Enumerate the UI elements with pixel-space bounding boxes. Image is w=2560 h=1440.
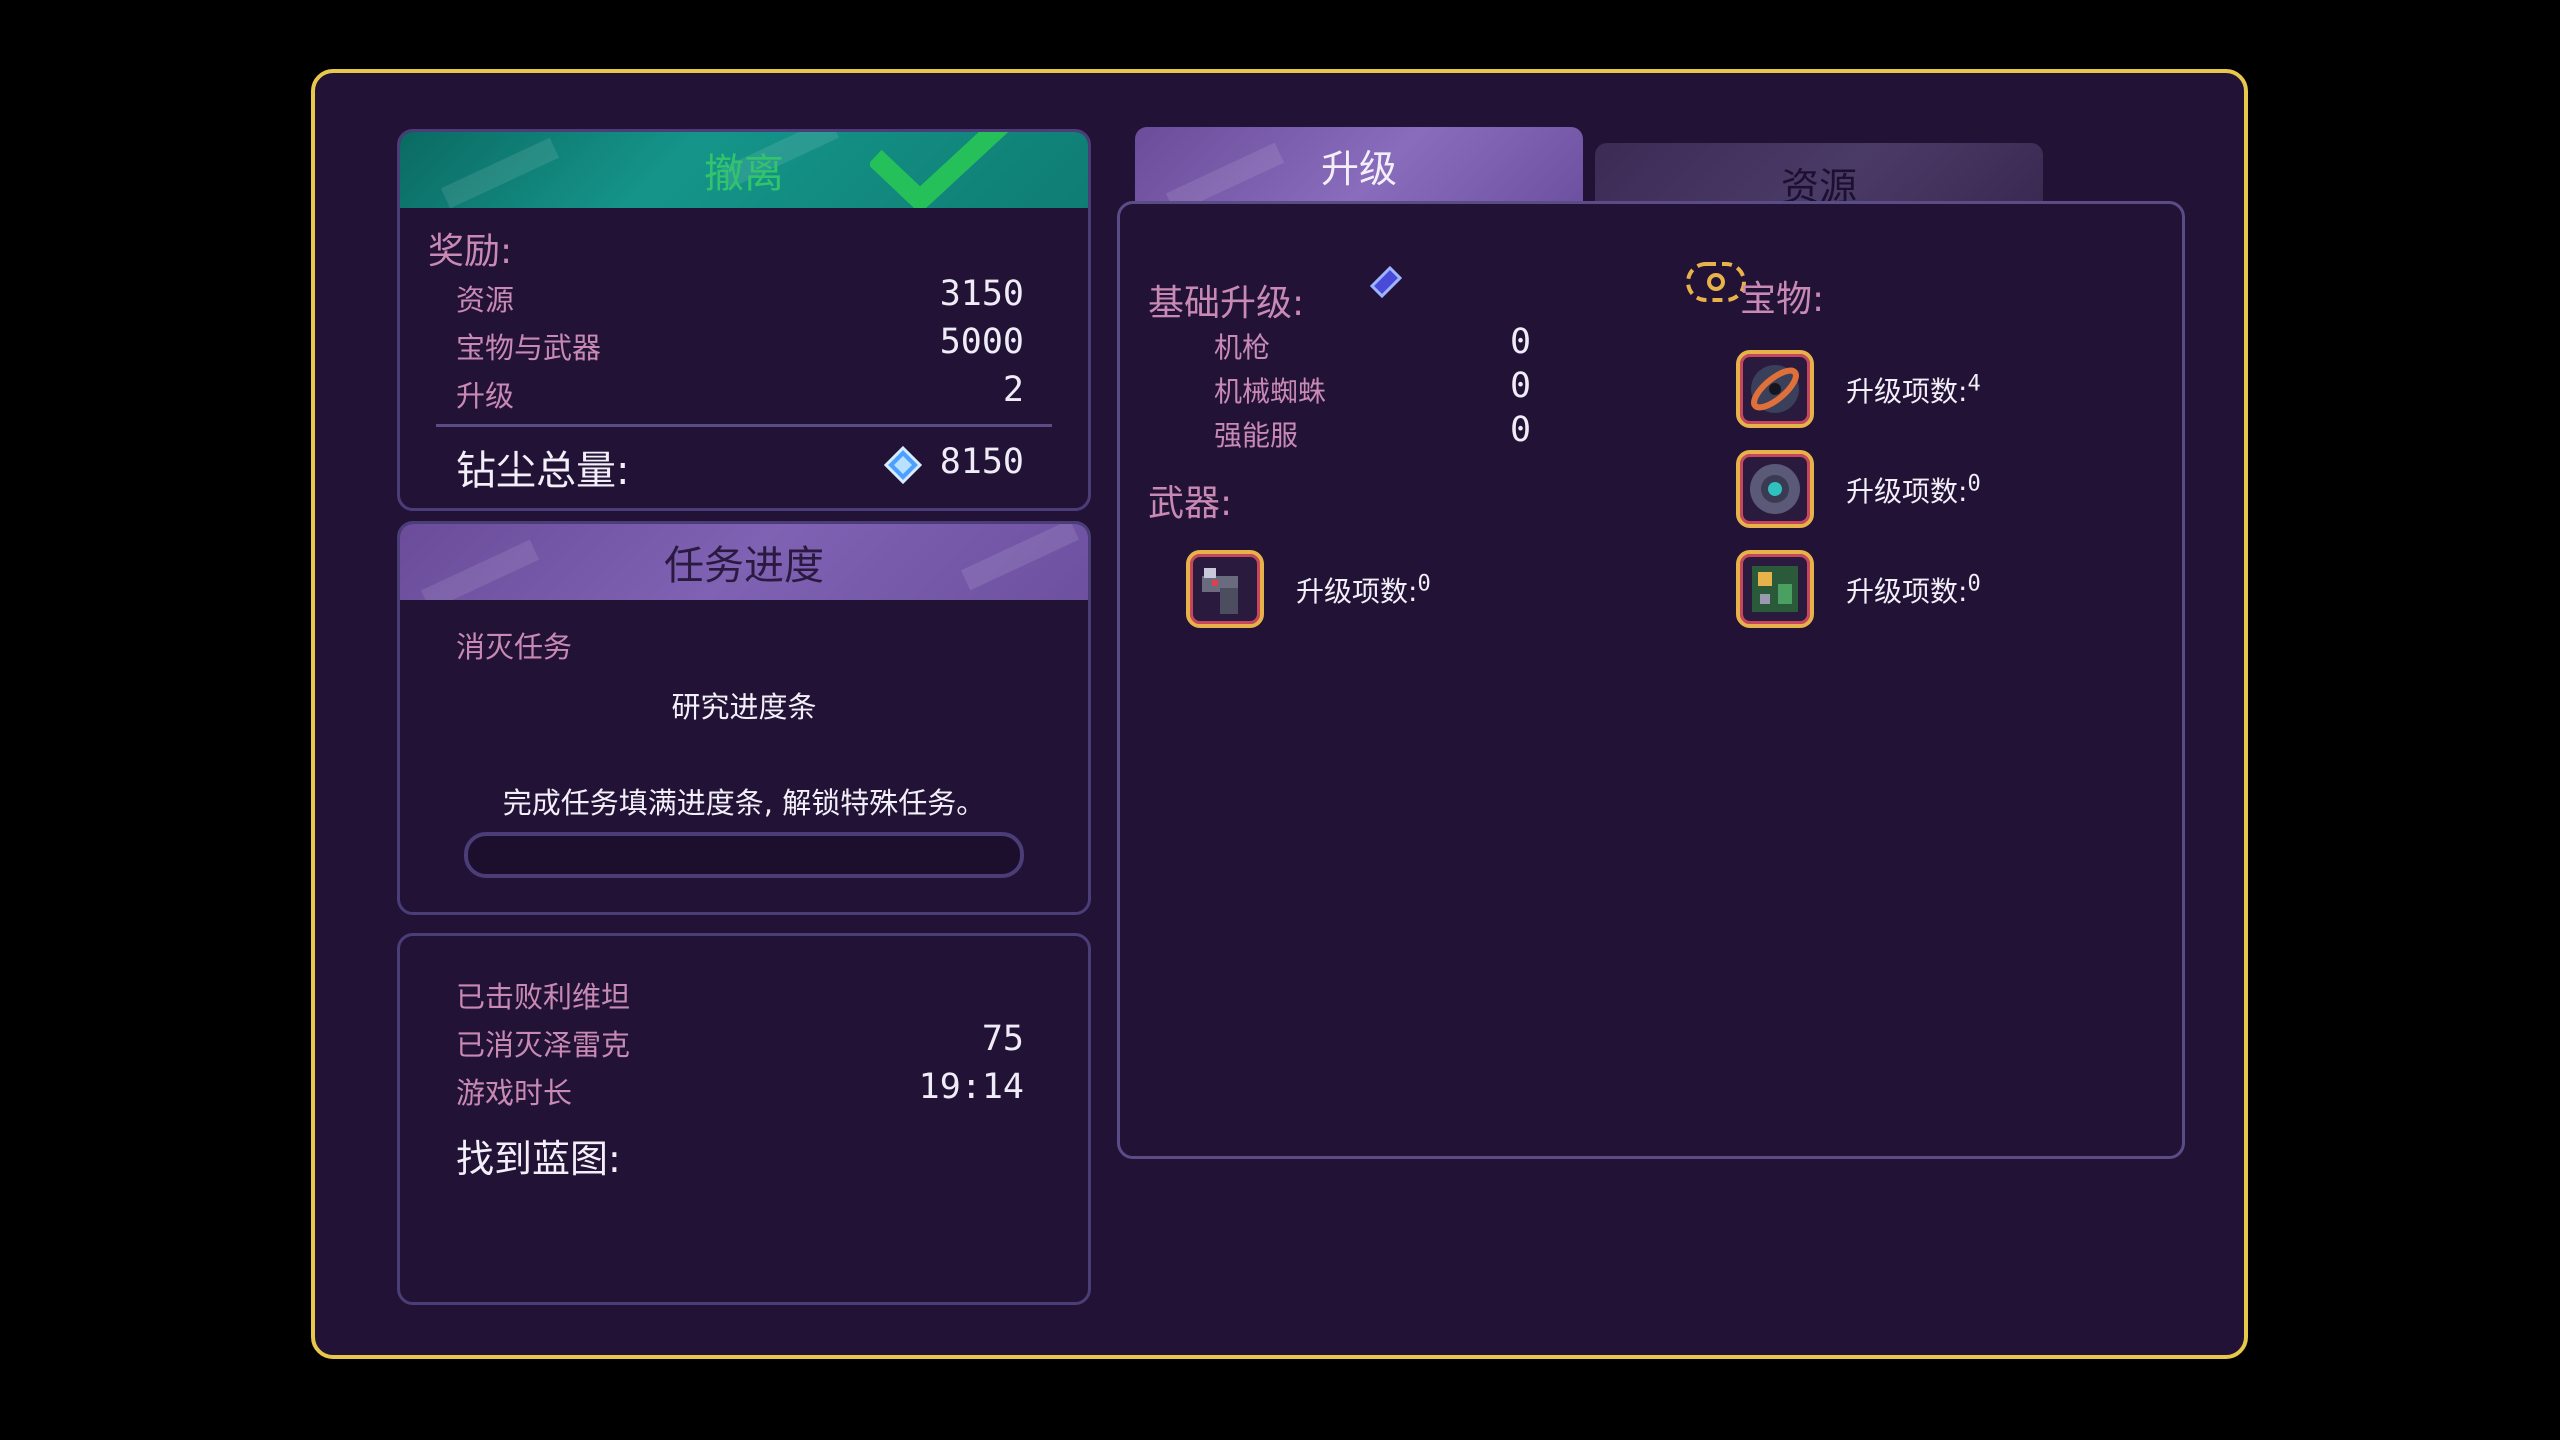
relic-slot-3[interactable] bbox=[1736, 550, 1814, 628]
stat-value-zerek: 75 bbox=[981, 1019, 1024, 1059]
orb-icon bbox=[1751, 365, 1799, 413]
total-value: 8150 bbox=[939, 442, 1024, 482]
total-label: 钻尘总量: bbox=[456, 448, 630, 494]
checkmark-icon bbox=[870, 132, 1009, 208]
reward-label-resources: 资源 bbox=[456, 283, 515, 317]
rewards-title: 奖励: bbox=[428, 231, 513, 272]
mission-type: 消灭任务 bbox=[456, 630, 573, 664]
extraction-label: 撤离 bbox=[704, 151, 784, 197]
base-upgrades-title: 基础升级: bbox=[1148, 283, 1305, 324]
base-label-spider: 机械蜘蛛 bbox=[1214, 375, 1327, 408]
tab-resources[interactable]: 资源 bbox=[1595, 143, 2043, 203]
tab-upgrades[interactable]: 升级 bbox=[1135, 127, 1583, 203]
relic-slot-1[interactable] bbox=[1736, 350, 1814, 428]
reward-value-upgrades: 2 bbox=[1002, 370, 1024, 410]
relic-3-upgrade-count: 升级项数:0 bbox=[1846, 571, 1981, 608]
crystal-icon bbox=[884, 446, 922, 484]
rewards-panel: 撤离 奖励: 资源 3150 宝物与武器 5000 升级 2 钻尘总量: 815… bbox=[397, 129, 1091, 511]
stat-value-playtime: 19:14 bbox=[918, 1067, 1024, 1107]
core-icon bbox=[1750, 464, 1800, 514]
reward-label-upgrades: 升级 bbox=[456, 379, 515, 413]
circuit-icon bbox=[1752, 566, 1798, 612]
gem-icon bbox=[1370, 266, 1402, 298]
blueprints-label: 找到蓝图: bbox=[456, 1137, 621, 1181]
stat-label-leviathans: 已击败利维坦 bbox=[456, 980, 631, 1014]
reward-value-relics: 5000 bbox=[939, 322, 1024, 362]
relics-title: 宝物: bbox=[1740, 279, 1825, 320]
relic-eye-icon bbox=[1686, 262, 1746, 302]
results-window: 撤离 奖励: 资源 3150 宝物与武器 5000 升级 2 钻尘总量: 815… bbox=[311, 69, 2248, 1359]
mission-description: 完成任务填满进度条, 解锁特殊任务。 bbox=[502, 786, 986, 820]
tab-upgrades-label: 升级 bbox=[1320, 146, 1397, 191]
rewards-divider bbox=[436, 424, 1052, 427]
weapons-title: 武器: bbox=[1148, 483, 1233, 524]
mission-header-label: 任务进度 bbox=[664, 543, 824, 589]
base-label-suit: 强能服 bbox=[1214, 419, 1299, 452]
weapon-slot[interactable] bbox=[1186, 550, 1264, 628]
stat-label-zerek: 已消灭泽雷克 bbox=[456, 1028, 631, 1062]
relic-slot-2[interactable] bbox=[1736, 450, 1814, 528]
mission-panel: 任务进度 消灭任务 研究进度条 完成任务填满进度条, 解锁特殊任务。 bbox=[397, 521, 1091, 915]
progress-bar-title: 研究进度条 bbox=[671, 690, 817, 724]
relic-1-upgrade-count: 升级项数:4 bbox=[1846, 371, 1981, 408]
base-label-machinegun: 机枪 bbox=[1214, 331, 1271, 364]
extraction-header: 撤离 bbox=[400, 132, 1088, 208]
base-value-spider: 0 bbox=[1510, 366, 1532, 406]
stats-panel: 已击败利维坦 已消灭泽雷克 75 游戏时长 19:14 找到蓝图: bbox=[397, 933, 1091, 1305]
reward-value-resources: 3150 bbox=[939, 274, 1024, 314]
mission-header: 任务进度 bbox=[400, 524, 1088, 600]
reward-label-relics: 宝物与武器 bbox=[456, 331, 602, 365]
base-value-machinegun: 0 bbox=[1510, 322, 1532, 362]
base-value-suit: 0 bbox=[1510, 410, 1532, 450]
gun-icon bbox=[1202, 568, 1238, 614]
upgrades-panel: 基础升级: 机枪 0 机械蜘蛛 0 强能服 0 武器: 升级项数:0 宝物: 升… bbox=[1117, 201, 2185, 1159]
relic-2-upgrade-count: 升级项数:0 bbox=[1846, 471, 1981, 508]
weapon-upgrade-count: 升级项数:0 bbox=[1296, 571, 1431, 608]
stat-label-playtime: 游戏时长 bbox=[456, 1076, 573, 1110]
mission-progress-bar bbox=[464, 832, 1024, 878]
tab-resources-label: 资源 bbox=[1780, 164, 1857, 204]
